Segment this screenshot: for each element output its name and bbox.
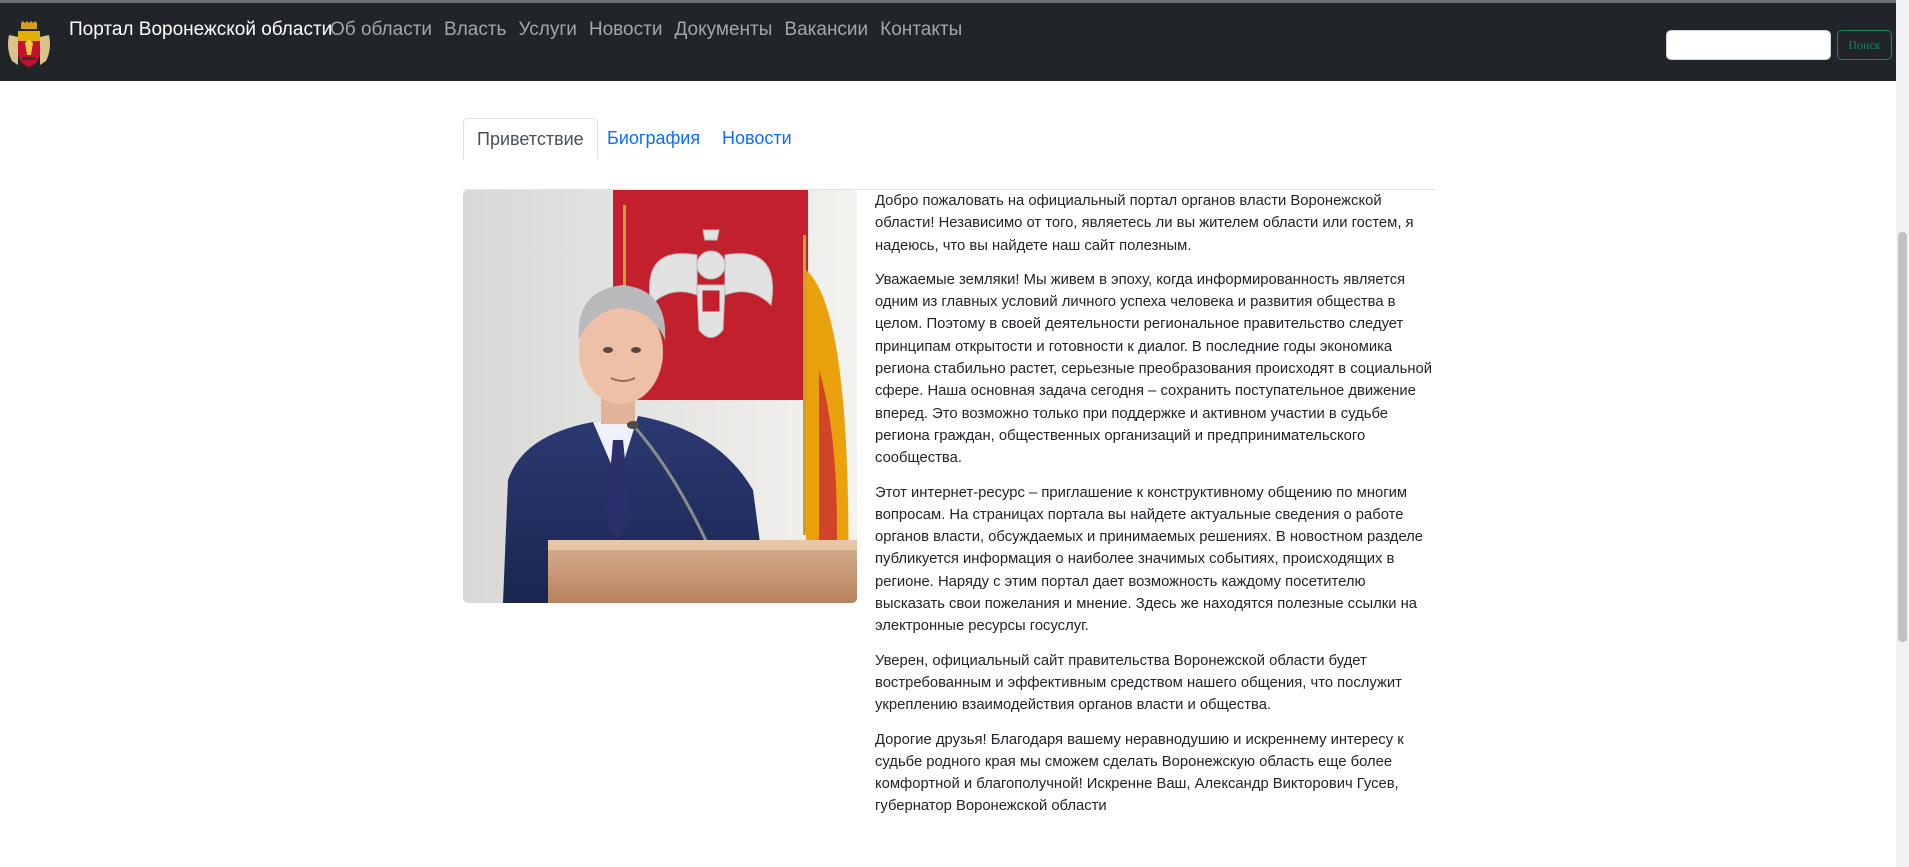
brand-title[interactable]: Портал Воронежской области — [69, 19, 332, 41]
main-nav: Об области Власть Услуги Новости Докумен… — [330, 19, 962, 41]
search-input[interactable] — [1666, 30, 1831, 60]
greeting-paragraph-2: Уважаемые земляки! Мы живем в эпоху, ког… — [875, 271, 1433, 467]
nav-link-documents[interactable]: Документы — [674, 19, 772, 41]
top-navbar: Портал Воронежской области Об области Вл… — [0, 0, 1896, 81]
nav-link-contacts[interactable]: Контакты — [880, 19, 962, 41]
coat-of-arms-icon[interactable] — [6, 21, 52, 69]
nav-link-vacancies[interactable]: Вакансии — [784, 19, 868, 41]
search-button[interactable]: Поиск — [1837, 30, 1892, 60]
nav-link-government[interactable]: Власть — [444, 19, 506, 41]
nav-link-services[interactable]: Услуги — [518, 19, 576, 41]
tab-greeting[interactable]: Приветствие — [463, 118, 598, 160]
nav-link-news[interactable]: Новости — [589, 19, 663, 41]
greeting-paragraph-4: Уверен, официальный сайт правительства В… — [875, 652, 1402, 714]
nav-link-about[interactable]: Об области — [330, 19, 432, 41]
greeting-paragraph-3: Этот интернет-ресурс – приглашение к кон… — [875, 484, 1424, 635]
profile-tabs: Приветствие Биография Новости — [463, 118, 1435, 190]
greeting-paragraph-5: Дорогие друзья! Благодаря вашему неравно… — [875, 731, 1404, 815]
scrollbar-thumb[interactable] — [1898, 232, 1907, 642]
greeting-text: Добро пожаловать на официальный портал о… — [875, 190, 1433, 830]
tab-biography[interactable]: Биография — [594, 118, 713, 160]
tab-news[interactable]: Новости — [709, 118, 805, 160]
governor-photo — [463, 190, 857, 603]
greeting-paragraph-1: Добро пожаловать на официальный портал о… — [875, 193, 1414, 254]
